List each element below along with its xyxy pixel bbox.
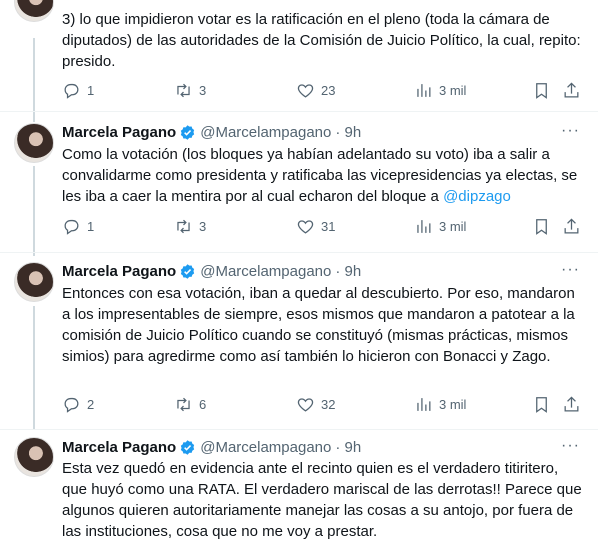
views-icon (417, 84, 431, 97)
like-icon (297, 84, 314, 98)
retweet-icon (177, 219, 190, 234)
retweet-count: 6 (199, 397, 207, 412)
tweet-header: Marcela Pagano @Marcelampagano · 9h (62, 437, 361, 457)
bookmark-icon (536, 83, 547, 99)
bookmark-button[interactable] (532, 81, 557, 100)
retweet-button[interactable]: 3 (174, 81, 206, 100)
views-icon (417, 220, 431, 233)
like-button[interactable]: 23 (296, 81, 335, 100)
avatar[interactable] (14, 262, 54, 302)
reply-count: 1 (87, 83, 95, 98)
views-count: 3 mil (439, 219, 467, 234)
reply-count: 2 (87, 397, 95, 412)
tweet-header: Marcela Pagano @Marcelampagano · 9h (62, 261, 361, 281)
author-handle[interactable]: @Marcelampagano (200, 263, 331, 280)
tweet-text: 3) lo que impidieron votar es la ratific… (62, 11, 581, 70)
reply-button[interactable]: 2 (62, 395, 94, 414)
verified-icon (181, 124, 195, 140)
avatar[interactable] (14, 123, 54, 163)
tweet-header: Marcela Pagano @Marcelampagano · 9h (62, 122, 361, 142)
bookmark-button[interactable] (532, 217, 557, 236)
share-icon (564, 218, 579, 234)
reply-icon (64, 219, 79, 235)
views-button[interactable]: 3 mil (414, 395, 466, 414)
more-icon[interactable]: ··· (561, 123, 580, 144)
like-icon (297, 220, 314, 234)
share-button[interactable] (562, 217, 587, 236)
reply-count: 1 (87, 219, 95, 234)
views-count: 3 mil (439, 83, 467, 98)
tweet-actions: 2 6 32 3 mil (62, 395, 588, 415)
bookmark-button[interactable] (532, 395, 557, 414)
retweet-button[interactable]: 3 (174, 217, 206, 236)
share-icon (564, 82, 579, 98)
reply-icon (64, 83, 79, 99)
views-button[interactable]: 3 mil (414, 217, 466, 236)
tweet-time[interactable]: · 9h (335, 263, 361, 280)
share-button[interactable] (562, 395, 587, 414)
verified-icon (181, 263, 195, 279)
more-icon[interactable]: ··· (561, 438, 580, 459)
views-count: 3 mil (439, 397, 467, 412)
share-icon (564, 396, 579, 412)
retweet-count: 3 (199, 83, 207, 98)
like-count: 32 (321, 397, 336, 412)
bookmark-icon (536, 397, 547, 413)
tweet[interactable]: Marcela Pagano @Marcelampagano · 9h ··· … (0, 431, 598, 545)
tweet[interactable]: Marcela Pagano @Marcelampagano · 9h ··· … (0, 254, 598, 430)
reply-icon (64, 397, 79, 413)
author-name[interactable]: Marcela Pagano (62, 124, 176, 141)
retweet-icon (177, 397, 190, 412)
like-count: 23 (321, 83, 336, 98)
author-name[interactable]: Marcela Pagano (62, 263, 176, 280)
tweet-actions: 1 3 31 3 mil (62, 217, 588, 237)
retweet-button[interactable]: 6 (174, 395, 206, 414)
reply-button[interactable]: 1 (62, 217, 94, 236)
verified-icon (181, 439, 195, 455)
author-handle[interactable]: @Marcelampagano (200, 124, 331, 141)
share-button[interactable] (562, 81, 587, 100)
tweet-text: Esta vez quedó en evidencia ante el reci… (62, 460, 582, 540)
tweet[interactable]: 3) lo que impidieron votar es la ratific… (0, 0, 598, 112)
tweet-text: Entonces con esa votación, iban a quedar… (62, 285, 575, 365)
retweet-count: 3 (199, 219, 207, 234)
like-button[interactable]: 32 (296, 395, 335, 414)
mention-link[interactable]: @dipzago (443, 188, 511, 205)
author-name[interactable]: Marcela Pagano (62, 439, 176, 456)
avatar[interactable] (14, 437, 54, 477)
like-button[interactable]: 31 (296, 217, 335, 236)
author-handle[interactable]: @Marcelampagano (200, 439, 331, 456)
tweet[interactable]: Marcela Pagano @Marcelampagano · 9h ··· … (0, 113, 598, 253)
retweet-icon (177, 83, 190, 98)
avatar[interactable] (14, 0, 54, 22)
like-icon (297, 398, 314, 412)
reply-button[interactable]: 1 (62, 81, 94, 100)
bookmark-icon (536, 219, 547, 235)
views-button[interactable]: 3 mil (414, 81, 466, 100)
like-count: 31 (321, 219, 336, 234)
tweet-actions: 1 3 23 3 mil (62, 81, 588, 101)
tweet-text: Como la votación (los bloques ya habían … (62, 144, 582, 207)
tweet-time[interactable]: · 9h (335, 439, 361, 456)
more-icon[interactable]: ··· (561, 262, 580, 283)
views-icon (417, 398, 431, 411)
tweet-time[interactable]: · 9h (335, 124, 361, 141)
